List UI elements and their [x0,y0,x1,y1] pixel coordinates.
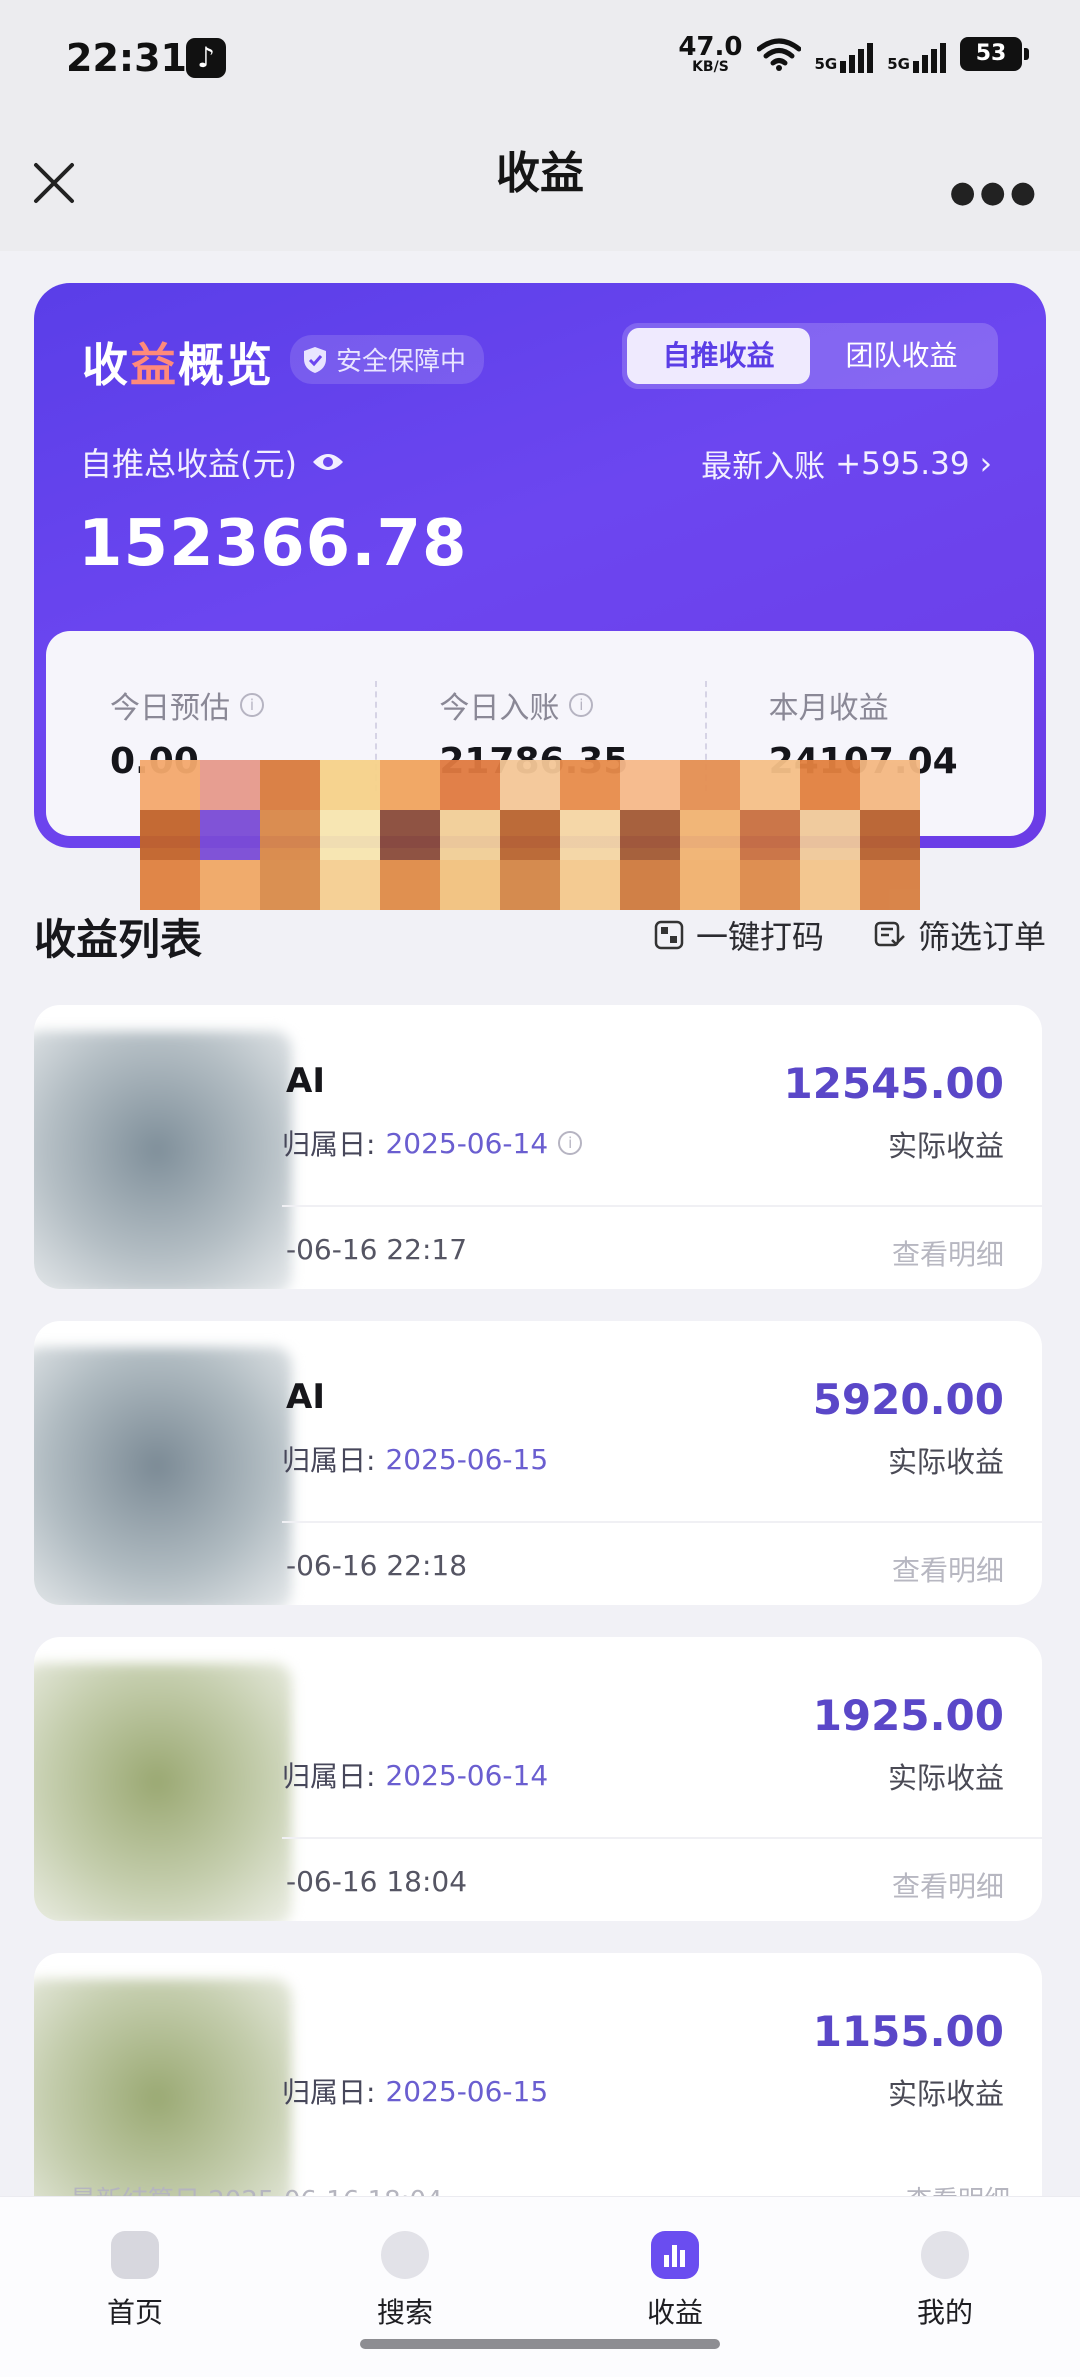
censor-mosaic [140,760,920,910]
tab-team-earnings[interactable]: 团队收益 [810,328,993,384]
item-date: 归属日: 2025-06-14 [282,1758,549,1794]
item-amount: 1925.00 [812,1691,1004,1740]
item-date: 归属日: 2025-06-15 [282,1442,549,1478]
item-name: AI [286,1377,325,1417]
network-speed: 47.0 KB/S [678,32,743,75]
view-detail-link[interactable]: 查看明细 [892,1233,1004,1273]
signal-5g-icon: 5G [815,35,874,73]
eye-icon[interactable] [311,450,345,474]
list-item[interactable]: AI 归属日: 2025-06-15 5920.00 实际收益 -06-16 22… [34,1321,1042,1605]
filter-orders-button[interactable]: 筛选订单 [874,912,1046,958]
item-amount-label: 实际收益 [887,1129,1004,1163]
item-amount-label: 实际收益 [887,1761,1004,1795]
tab-profile[interactable]: 我的 [810,2197,1080,2347]
info-icon[interactable]: i [569,693,594,717]
item-date: 归属日: 2025-06-14 i [282,1123,583,1163]
item-time: -06-16 22:17 [286,1233,468,1266]
view-detail-link[interactable]: 查看明细 [892,1549,1004,1589]
signal-5g-icon-2: 5G [887,35,946,73]
shield-icon [304,346,326,373]
product-thumbnail [34,1031,292,1289]
nav-header: 收益 ●●● [0,115,1080,251]
list-item[interactable]: AI 归属日: 2025-06-14 i 12545.00 实际收益 -06-16 … [34,1005,1042,1289]
overview-title: 收益概览 [82,338,274,392]
earnings-list-title: 收益列表 [34,915,203,964]
mosaic-icon [654,920,684,950]
item-amount-label: 实际收益 [887,1445,1004,1479]
divider [282,1837,1042,1839]
tab-earnings[interactable]: 收益 [540,2197,810,2347]
list-item[interactable]: 归属日: 2025-06-14 1925.00 实际收益 -06-16 18:04… [34,1637,1042,1921]
filter-icon [874,921,905,947]
list-actions: 一键打码 筛选订单 [654,912,1046,958]
item-time: -06-16 22:18 [286,1549,468,1582]
earnings-list: AI 归属日: 2025-06-14 i 12545.00 实际收益 -06-16 … [34,1005,1042,2269]
total-earnings-value: 152366.78 [78,507,468,581]
total-earnings-label: 自推总收益(元) [80,439,345,485]
item-amount-label: 实际收益 [887,2077,1004,2111]
latest-deposit-link[interactable]: 最新入账 +595.39 › [701,441,992,486]
profile-icon [921,2231,969,2279]
item-name: AI [286,1061,325,1101]
item-amount: 5920.00 [812,1375,1004,1424]
mask-button[interactable]: 一键打码 [654,912,824,958]
battery-icon: 53 [960,37,1029,71]
status-bar: 22:31 ♪ 47.0 KB/S 5G 5G 53 [0,0,1080,115]
bottom-tab-bar: 首页 搜索 收益 我的 [0,2196,1080,2377]
page-title: 收益 [496,148,584,199]
view-detail-link[interactable]: 查看明细 [892,1865,1004,1905]
more-icon[interactable]: ●●● [949,175,1040,210]
status-time: 22:31 [66,36,187,80]
item-date: 归属日: 2025-06-15 [282,2074,549,2110]
item-time: -06-16 18:04 [286,1865,468,1898]
home-indicator [360,2339,720,2349]
security-badge: 安全保障中 [290,335,485,384]
tiktok-icon: ♪ [186,38,226,78]
item-amount: 1155.00 [812,2007,1004,2056]
earnings-type-tabs: 自推收益 团队收益 [622,323,998,389]
search-icon [381,2231,429,2279]
info-icon[interactable]: i [240,693,264,717]
product-thumbnail [34,1663,292,1921]
divider [282,1521,1042,1523]
tab-search[interactable]: 搜索 [270,2197,540,2347]
chart-icon [651,2231,699,2279]
status-indicators: 47.0 KB/S 5G 5G 53 [678,32,1029,75]
product-thumbnail [34,1347,292,1605]
wifi-icon [756,38,801,71]
info-icon[interactable]: i [558,1131,583,1155]
item-amount: 12545.00 [783,1059,1004,1108]
tab-home[interactable]: 首页 [0,2197,270,2347]
divider [282,1205,1042,1207]
tab-self-earnings[interactable]: 自推收益 [627,328,810,384]
chevron-right-icon: › [979,445,992,482]
home-icon [111,2231,159,2279]
